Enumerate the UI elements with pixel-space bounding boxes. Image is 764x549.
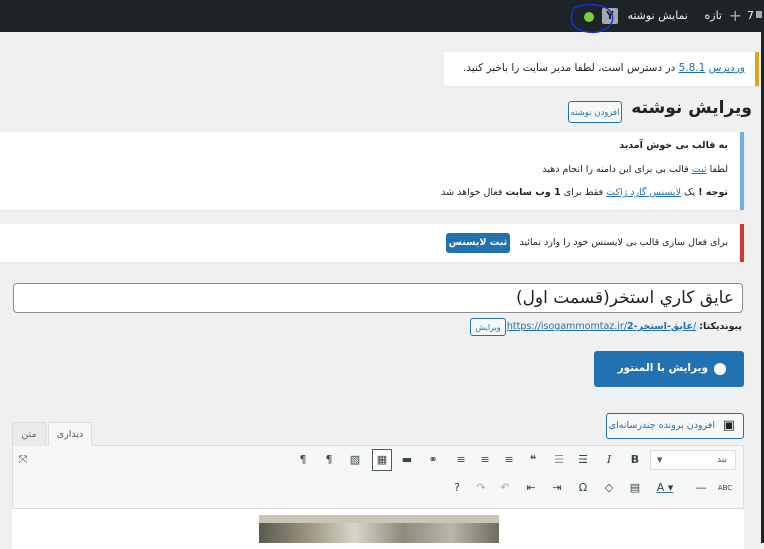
wordpress-link[interactable]: وردپرس [709, 62, 745, 74]
permalink-row: پیوندیکتا: https://isogammomtaz.ir/عایق-… [507, 321, 742, 332]
theme-welcome-notice: به قالب بی خوش آمدید لطفا ثبت قالب بی بر… [0, 132, 744, 210]
horizontal-line-icon[interactable]: — [692, 478, 710, 498]
comments-count: 7 [747, 9, 754, 22]
paragraph-format-select[interactable]: بند ▼ [650, 450, 736, 470]
plus-icon[interactable]: + [729, 0, 742, 32]
license-notice-text: برای فعال سازی قالب بی لایسنس خود را وار… [519, 237, 729, 248]
chevron-down-icon: ▼ [657, 456, 663, 464]
new-content-link[interactable]: تازه [705, 0, 723, 32]
update-notice: وردپرس 5.8.1 در دسترس است، لطفا مدیر سای… [444, 52, 759, 86]
admin-bar: 7 + تازه نمایش نوشته Y [0, 0, 764, 32]
redo-icon[interactable]: ↷ [472, 478, 490, 498]
update-notice-text: در دسترس است، لطفا مدیر سایت را باخبر کن… [462, 62, 676, 74]
permalink-slug[interactable]: عایق-استخر-2 [627, 321, 693, 332]
align-right-icon[interactable]: ≡ [500, 450, 518, 470]
fullscreen-icon[interactable]: ⤧ [14, 450, 32, 470]
license-guard-link[interactable]: لایسنس گارد ژاکت [606, 187, 681, 198]
bold-icon[interactable]: B [626, 450, 644, 470]
media-icon: ▣ [722, 418, 735, 433]
add-new-post-button[interactable]: افزودن نوشته [568, 101, 622, 123]
rtl-icon[interactable]: ¶ [320, 450, 338, 470]
theme-notice-heading: به قالب بی خوش آمدید [619, 140, 728, 151]
ltr-icon[interactable]: ¶ [294, 450, 312, 470]
text-color-icon[interactable]: A ▾ [656, 478, 674, 498]
page-title: ویرایش نوشته [631, 98, 752, 118]
bullet-list-icon[interactable]: ☰ [574, 450, 592, 470]
elementor-icon [714, 363, 726, 375]
numbered-list-icon[interactable]: ☰ [550, 450, 568, 470]
italic-icon[interactable]: I [600, 450, 618, 470]
add-media-button[interactable]: ▣ افزودن پرونده چندرسانه‌ای [606, 413, 744, 439]
embedded-image[interactable] [259, 515, 499, 543]
align-center-icon[interactable]: ≡ [476, 450, 494, 470]
comment-bubble-icon[interactable] [756, 0, 764, 32]
edit-with-elementor-button[interactable]: ویرایش با المنتور [594, 351, 744, 387]
tab-visual[interactable]: دیداری [48, 422, 92, 446]
align-left-icon[interactable]: ≡ [452, 450, 470, 470]
undo-icon[interactable]: ↶ [496, 478, 514, 498]
help-icon[interactable]: ? [448, 478, 466, 498]
tab-text[interactable]: متن [12, 422, 46, 446]
license-notice: برای فعال سازی قالب بی لایسنس خود را وار… [0, 224, 744, 262]
register-link[interactable]: ثبت [692, 164, 707, 175]
strikethrough-icon[interactable]: ABC [716, 478, 734, 498]
indent-icon[interactable]: ⇤ [522, 478, 540, 498]
post-title-input[interactable] [13, 283, 743, 313]
read-more-icon[interactable]: ▬ [398, 450, 416, 470]
version-link[interactable]: 5.8.1 [679, 62, 706, 74]
image-icon[interactable]: ▧ [346, 450, 364, 470]
link-icon[interactable]: ⚭ [424, 450, 442, 470]
edit-permalink-button[interactable]: ویرایش [470, 318, 506, 336]
register-license-button[interactable]: ثبت لایسنس [446, 233, 510, 253]
view-post-link[interactable]: نمایش نوشته [627, 0, 688, 32]
permalink-label: پیوندیکتا: [699, 321, 742, 332]
special-character-icon[interactable]: Ω [574, 478, 592, 498]
clear-formatting-icon[interactable]: ◇ [600, 478, 618, 498]
toolbar-toggle-icon[interactable]: ▦ [372, 449, 392, 471]
permalink-url[interactable]: https://isogammomtaz.ir/عایق-استخر-2/ [507, 321, 696, 332]
blockquote-icon[interactable]: ❝ [524, 450, 542, 470]
paste-text-icon[interactable]: ▤ [626, 478, 644, 498]
outdent-icon[interactable]: ⇥ [548, 478, 566, 498]
comments-counter[interactable]: 7 [747, 0, 754, 32]
hand-drawn-circle-annotation [570, 3, 614, 34]
